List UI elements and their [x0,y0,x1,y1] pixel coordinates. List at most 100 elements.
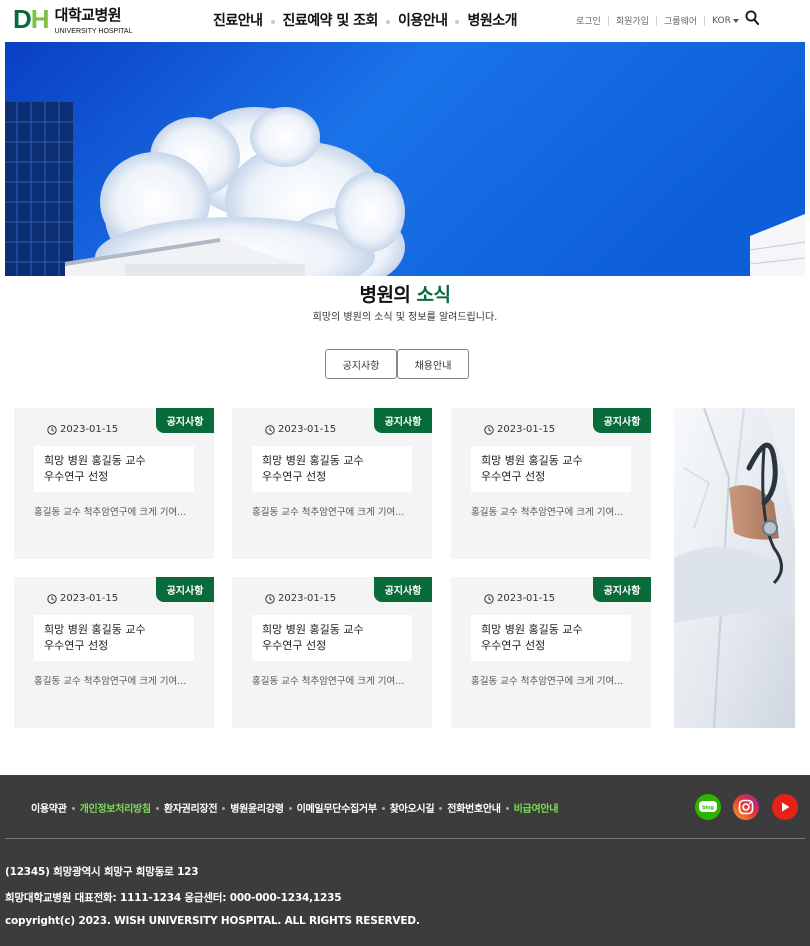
instagram-icon[interactable] [733,794,759,820]
login-link[interactable]: 로그인 [576,14,601,27]
card-title-line: 우수연구 선정 [262,639,327,652]
card-description: 홍길동 교수 척추암연구에 크게 기여... [252,507,405,518]
clock-icon [47,424,57,435]
notice-badge: 공지사항 [593,577,651,602]
footer-links: 이용약관 개인정보처리방침 환자권리장전 병원윤리강령 이메일무단수집거부 찾아… [31,800,558,815]
news-card[interactable]: 공지사항 2023-01-15 희망 병원 홍길동 교수 우수연구 선정 홍길동… [451,408,651,559]
card-date: 2023-01-15 [47,424,118,435]
notice-badge: 공지사항 [374,408,432,433]
news-tabs: 공지사항 채용안내 [325,349,469,379]
card-title-box: 희망 병원 홍길동 교수 우수연구 선정 [252,615,412,661]
card-title-line: 우수연구 선정 [44,470,109,483]
tab-recruit[interactable]: 채용안내 [397,349,469,379]
logo-name-en: UNIVERSITY HOSPITAL [54,28,133,35]
card-description: 홍길동 교수 척추암연구에 크게 기여... [252,676,405,687]
clock-icon [265,593,275,604]
nav-item-usage-guide[interactable]: 이용안내 [398,10,448,30]
language-label: KOR [712,15,731,26]
footer-link-non-covered[interactable]: 비급여안내 [514,800,559,815]
news-card[interactable]: 공지사항 2023-01-15 희망 병원 홍길동 교수 우수연구 선정 홍길동… [14,577,214,728]
section-title: 병원의 소식 [359,284,451,306]
nav-divider-dot [385,20,390,24]
footer-link-phone-guide[interactable]: 전화번호안내 [447,800,501,815]
main-nav: 진료안내 진료예약 및 조회 이용안내 병원소개 [213,10,518,30]
footer-link-privacy[interactable]: 개인정보처리방침 [80,800,152,815]
search-icon[interactable] [745,10,759,26]
card-date: 2023-01-15 [265,424,336,435]
notice-badge: 공지사항 [593,408,651,433]
card-description: 홍길동 교수 척추암연구에 크게 기여... [34,507,187,518]
footer-link-divider [155,807,159,810]
news-card[interactable]: 공지사항 2023-01-15 희망 병원 홍길동 교수 우수연구 선정 홍길동… [232,408,432,559]
footer-link-terms[interactable]: 이용약관 [31,800,67,815]
card-title-line: 희망 병원 홍길동 교수 [481,454,583,467]
notice-badge: 공지사항 [156,577,214,602]
site-footer: 이용약관 개인정보처리방침 환자권리장전 병원윤리강령 이메일무단수집거부 찾아… [0,775,810,946]
footer-link-divider [222,807,226,810]
notice-badge: 공지사항 [374,577,432,602]
clock-icon [484,593,494,604]
hospital-logo[interactable]: DH 대학교병원 UNIVERSITY HOSPITAL [13,5,133,37]
utility-divider [607,15,609,26]
footer-link-divider [288,807,292,810]
card-description: 홍길동 교수 척추암연구에 크게 기여... [471,507,624,518]
news-card[interactable]: 공지사항 2023-01-15 희망 병원 홍길동 교수 우수연구 선정 홍길동… [451,577,651,728]
card-title-box: 희망 병원 홍길동 교수 우수연구 선정 [252,446,412,492]
youtube-icon[interactable] [772,794,798,820]
footer-copyright: copyright(c) 2023. WISH UNIVERSITY HOSPI… [5,915,420,927]
footer-phone: 희망대학교병원 대표전화: 1111-1234 응급센터: 000-000-12… [5,892,342,904]
tab-notice[interactable]: 공지사항 [325,349,397,379]
card-title-line: 희망 병원 홍길동 교수 [262,623,364,636]
footer-address: (12345) 희망광역시 희망구 희망동로 123 [5,866,199,878]
notice-badge: 공지사항 [156,408,214,433]
utility-divider [655,15,657,26]
card-description: 홍길동 교수 척추암연구에 크게 기여... [471,676,624,687]
blog-icon[interactable]: blog [695,794,721,820]
utility-menu: 로그인 회원가입 그룹웨어 KOR [576,14,739,27]
nav-divider-dot [270,20,275,24]
nav-item-reservation[interactable]: 진료예약 및 조회 [283,10,379,30]
card-title-box: 희망 병원 홍길동 교수 우수연구 선정 [34,446,194,492]
footer-link-email-policy[interactable]: 이메일무단수집거부 [297,800,377,815]
doctor-photo [674,408,795,728]
card-title-box: 희망 병원 홍길동 교수 우수연구 선정 [34,615,194,661]
card-title-line: 희망 병원 홍길동 교수 [262,454,364,467]
footer-link-divider [439,807,443,810]
card-title-line: 우수연구 선정 [44,639,109,652]
footer-link-divider [71,807,75,810]
card-date: 2023-01-15 [484,593,555,604]
clock-icon [47,593,57,604]
card-date: 2023-01-15 [265,593,336,604]
card-date: 2023-01-15 [47,593,118,604]
card-title-box: 희망 병원 홍길동 교수 우수연구 선정 [471,615,631,661]
footer-link-patient-rights[interactable]: 환자권리장전 [164,800,218,815]
groupware-link[interactable]: 그룹웨어 [664,14,697,27]
logo-mark: DH [13,4,50,34]
card-description: 홍길동 교수 척추암연구에 크게 기여... [34,676,187,687]
logo-name: 대학교병원 [54,6,122,24]
signup-link[interactable]: 회원가입 [616,14,649,27]
nav-item-about[interactable]: 병원소개 [467,10,517,30]
footer-divider [5,838,805,839]
svg-text:blog: blog [702,805,714,811]
language-select[interactable]: KOR [712,16,739,26]
card-title-line: 희망 병원 홍길동 교수 [44,454,146,467]
chevron-down-icon [732,18,739,23]
card-title-box: 희망 병원 홍길동 교수 우수연구 선정 [471,446,631,492]
footer-link-directions[interactable]: 찾아오시길 [390,800,435,815]
footer-link-ethics[interactable]: 병원윤리강령 [230,800,284,815]
footer-link-divider [505,807,509,810]
footer-link-divider [381,807,385,810]
hero-banner-image [5,42,805,276]
clock-icon [265,424,275,435]
card-title-line: 희망 병원 홍길동 교수 [44,623,146,636]
utility-divider [704,15,706,26]
site-header: DH 대학교병원 UNIVERSITY HOSPITAL 진료안내 진료예약 및… [0,0,810,42]
card-title-line: 우수연구 선정 [481,470,546,483]
news-card[interactable]: 공지사항 2023-01-15 희망 병원 홍길동 교수 우수연구 선정 홍길동… [232,577,432,728]
clock-icon [484,424,494,435]
news-card[interactable]: 공지사항 2023-01-15 희망 병원 홍길동 교수 우수연구 선정 홍길동… [14,408,214,559]
nav-item-medical-guide[interactable]: 진료안내 [213,10,263,30]
section-subtitle: 희망의 병원의 소식 및 정보를 알려드립니다. [312,312,498,323]
card-title-line: 희망 병원 홍길동 교수 [481,623,583,636]
